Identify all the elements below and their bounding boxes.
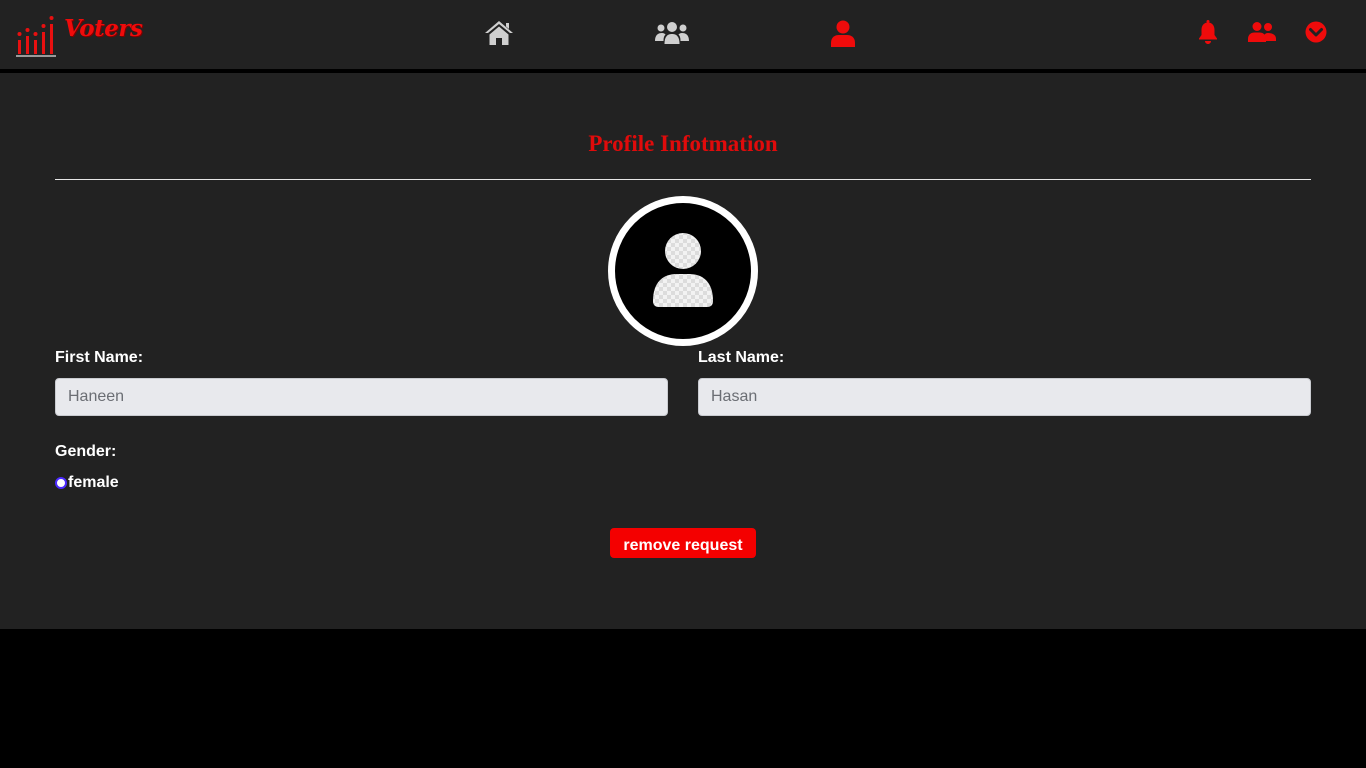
navbar: Voters: [0, 0, 1366, 73]
home-icon: [485, 21, 513, 45]
brand-name: Voters: [64, 15, 143, 42]
nav-profile-button[interactable]: [829, 18, 857, 48]
chevron-circle-down-icon: [1305, 21, 1327, 43]
divider: [55, 179, 1311, 180]
gender-female-option[interactable]: female: [55, 474, 119, 492]
gender-label: Gender:: [55, 443, 117, 460]
gender-female-radio[interactable]: [55, 477, 67, 489]
first-name-input[interactable]: [55, 378, 668, 416]
profile-avatar: [608, 196, 758, 346]
remove-request-button[interactable]: remove request: [610, 528, 756, 558]
user-avatar-icon: [653, 233, 713, 307]
user-friends-icon: [1248, 22, 1276, 42]
last-name-label: Last Name:: [698, 349, 785, 366]
users-group-icon: [655, 22, 689, 44]
gender-female-label: female: [68, 474, 119, 491]
bell-icon: [1199, 20, 1217, 44]
bar-chart-logo-icon: [16, 16, 56, 57]
nav-groups-button[interactable]: [655, 18, 689, 48]
account-menu-dropdown[interactable]: [1304, 18, 1328, 46]
profile-section: Profile Infotmation First Name: Last Nam…: [0, 73, 1366, 629]
nav-home-button[interactable]: [483, 18, 515, 48]
user-icon: [831, 20, 855, 47]
brand[interactable]: Voters: [16, 14, 143, 58]
page-title: Profile Infotmation: [588, 131, 778, 156]
first-name-label: First Name:: [55, 349, 144, 366]
notifications-button[interactable]: [1197, 18, 1219, 46]
friend-requests-button[interactable]: [1247, 18, 1277, 46]
last-name-input[interactable]: [698, 378, 1311, 416]
